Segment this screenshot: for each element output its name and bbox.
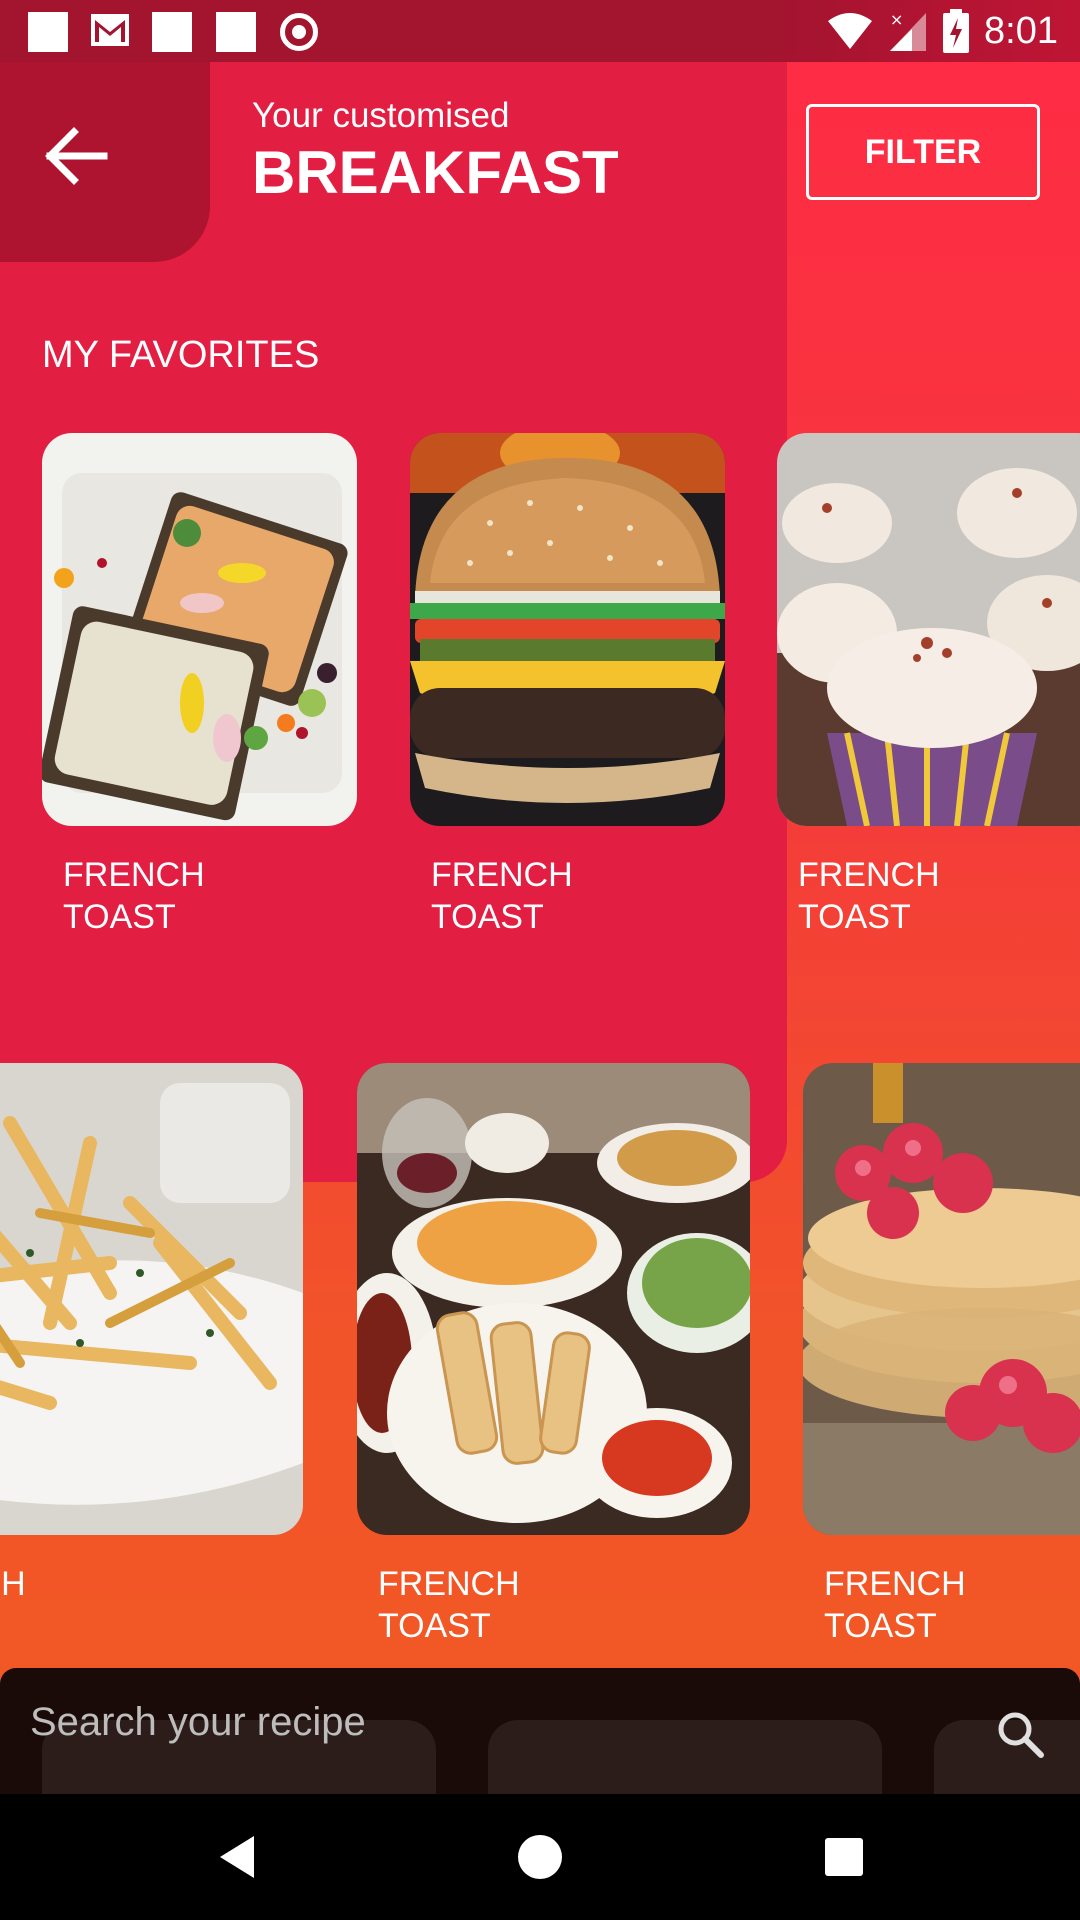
notification-icon [28, 12, 68, 52]
notification-icon [152, 12, 192, 52]
fries-image [0, 1063, 303, 1535]
favorite-label: FRENCH TOAST [63, 856, 205, 936]
toast-image [42, 433, 357, 826]
page-subtitle: Your customised [252, 96, 510, 135]
record-icon [280, 13, 318, 51]
recipe-label: FRENCH TOAST [824, 1565, 966, 1645]
notification-icon [216, 12, 256, 52]
search-icon[interactable] [994, 1708, 1046, 1760]
navigation-bar [0, 1794, 1080, 1920]
recipe-label: NCH ST [0, 1565, 26, 1603]
cupcakes-image [777, 433, 1080, 826]
filter-button[interactable]: FILTER [806, 104, 1040, 200]
gmail-icon [91, 14, 129, 46]
recents-nav-icon[interactable] [817, 1830, 871, 1884]
battery-charging-icon [943, 9, 970, 53]
back-nav-icon[interactable] [210, 1830, 264, 1884]
svg-text:×: × [890, 10, 903, 29]
signal-icon: × [890, 10, 927, 51]
platter-image [357, 1063, 750, 1535]
screen: × 8:01 Your customised BREAKFAST FILTER … [0, 0, 1080, 1920]
search-bar [0, 1668, 1080, 1794]
search-input[interactable] [30, 1692, 930, 1752]
home-nav-icon[interactable] [513, 1830, 567, 1884]
status-bar: × 8:01 [0, 0, 1080, 62]
burger-image [410, 433, 725, 826]
clock: 8:01 [984, 9, 1058, 52]
favorites-title: MY FAVORITES [42, 334, 320, 376]
favorite-label: FRENCH TOAST [798, 856, 940, 936]
favorite-label: FRENCH TOAST [431, 856, 573, 936]
page-title: BREAKFAST [252, 139, 619, 206]
back-button[interactable] [0, 62, 210, 262]
pancakes-image [803, 1063, 1080, 1535]
arrow-left-icon [45, 127, 108, 185]
wifi-icon [828, 13, 873, 49]
recipe-label: FRENCH TOAST [378, 1565, 520, 1645]
